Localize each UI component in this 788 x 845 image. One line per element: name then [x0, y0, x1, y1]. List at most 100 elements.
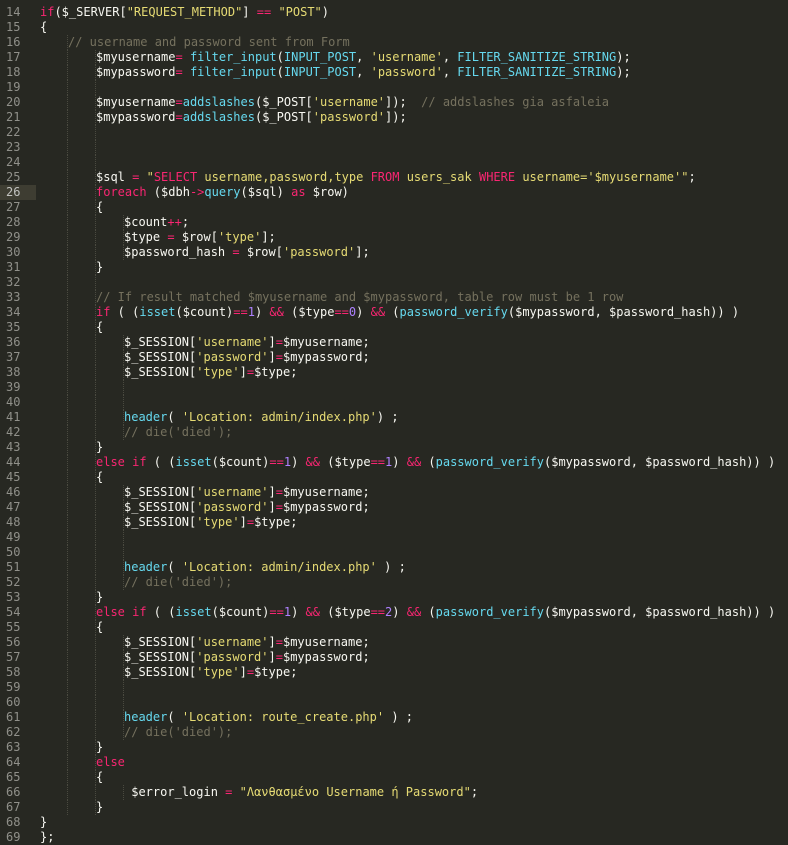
code-token: header [124, 560, 168, 574]
code-token: ) [392, 455, 407, 469]
code-text: } [96, 440, 103, 455]
code-line[interactable]: 62 // die('died'); [0, 725, 788, 740]
code-token: = [175, 95, 183, 109]
indent-guide [95, 575, 96, 590]
code-line[interactable]: 65 { [0, 770, 788, 785]
code-line[interactable]: 60 [0, 695, 788, 710]
code-token: ($mypassword, $password_hash)) ) [507, 305, 740, 319]
code-line[interactable]: 22 [0, 125, 788, 140]
code-text: if($_SERVER["REQUEST_METHOD"] == "POST") [40, 5, 329, 20]
indent-guide [95, 785, 96, 800]
code-line[interactable]: 42 // die('died'); [0, 425, 788, 440]
code-line[interactable]: 51 header( 'Location: admin/index.php' ) … [0, 560, 788, 575]
code-token: ($mypassword, $password_hash)) ) [544, 455, 776, 469]
code-token: ( ( [146, 455, 176, 469]
indent-guide [67, 305, 68, 320]
code-line[interactable]: 14 if($_SERVER["REQUEST_METHOD"] == "POST… [0, 5, 788, 20]
code-token: $type; [254, 365, 298, 379]
code-line[interactable]: 55 { [0, 620, 788, 635]
code-line[interactable]: 39 [0, 380, 788, 395]
code-line[interactable]: 52 // die('died'); [0, 575, 788, 590]
code-line[interactable]: 27 { [0, 200, 788, 215]
code-line[interactable]: 44 else if ( (isset($count)==1) && ($type… [0, 455, 788, 470]
code-line[interactable]: 68} [0, 815, 788, 830]
indent-guide [67, 290, 68, 305]
code-token: $mypassword; [282, 350, 370, 364]
code-line[interactable]: 46 $_SESSION['username']=$myusername; [0, 485, 788, 500]
code-line[interactable]: 37 $_SESSION['password']=$mypassword; [0, 350, 788, 365]
code-line[interactable]: 33 // If result matched $myusername and $… [0, 290, 788, 305]
indent-guide [95, 695, 96, 710]
code-line[interactable]: 54 else if ( (isset($count)==1) && ($type… [0, 605, 788, 620]
code-token: ); [616, 65, 631, 79]
code-line[interactable]: 47 $_SESSION['password']=$mypassword; [0, 500, 788, 515]
code-line[interactable]: 34 if ( (isset($count)==1) && ($type==0) … [0, 305, 788, 320]
code-token: username='$myusername'" [515, 170, 689, 184]
indent-guide [95, 275, 96, 290]
line-number: 23 [6, 140, 21, 154]
code-line[interactable]: 53} [0, 590, 788, 605]
code-line[interactable]: 58 $_SESSION['type']=$type; [0, 665, 788, 680]
indent-guide [67, 65, 68, 80]
code-line[interactable]: 21 $mypassword=addslashes($_POST['passwor… [0, 110, 788, 125]
code-line[interactable]: 38 $_SESSION['type']=$type; [0, 365, 788, 380]
code-line[interactable]: 17 $myusername= filter_input(INPUT_POST, … [0, 50, 788, 65]
code-line[interactable]: 61 header( 'Location: route_create.php' )… [0, 710, 788, 725]
code-token: ; [688, 170, 696, 184]
code-line[interactable]: 48 $_SESSION['type']=$type; [0, 515, 788, 530]
code-line[interactable]: 57 $_SESSION['password']=$mypassword; [0, 650, 788, 665]
code-token: ]; [261, 230, 276, 244]
indent-guide [67, 590, 68, 605]
code-token: // addslashes gia asfaleia [421, 95, 609, 109]
line-number: 25 [6, 170, 21, 184]
code-text: header( 'Location: route_create.php' ) ; [124, 710, 413, 725]
code-line[interactable]: 26 foreach ($dbh->query($sql) as $row) [0, 185, 788, 200]
code-token: if [40, 5, 55, 19]
line-number: 33 [6, 290, 21, 304]
code-line[interactable]: 32 [0, 275, 788, 290]
code-token: { [96, 620, 104, 634]
indent-guide [67, 380, 68, 395]
code-line[interactable]: 64 else [0, 755, 788, 770]
code-line[interactable]: 45 { [0, 470, 788, 485]
code-text: $error_login = "Λανθασμένο Username ή Pa… [124, 785, 478, 800]
indent-guide [67, 500, 68, 515]
code-line[interactable]: 41 header( 'Location: admin/index.php') ; [0, 410, 788, 425]
code-token: = [175, 65, 183, 79]
code-token: == [269, 455, 284, 469]
code-line[interactable]: 31} [0, 260, 788, 275]
code-token: ] [268, 350, 276, 364]
code-line[interactable]: 59 [0, 680, 788, 695]
code-line[interactable]: 67} [0, 800, 788, 815]
indent-guide [67, 395, 68, 410]
code-token: ( [385, 305, 400, 319]
code-line[interactable]: 43} [0, 440, 788, 455]
code-line[interactable]: 28 $count++; [0, 215, 788, 230]
code-token: ($type [320, 455, 371, 469]
code-line[interactable]: 56 $_SESSION['username']=$myusername; [0, 635, 788, 650]
code-line[interactable]: 50 [0, 545, 788, 560]
code-line[interactable]: 40 [0, 395, 788, 410]
code-line[interactable]: 66 $error_login = "Λανθασμένο Username ή… [0, 785, 788, 800]
code-line[interactable]: 19 [0, 80, 788, 95]
code-line[interactable]: 23 [0, 140, 788, 155]
code-line[interactable]: 49 [0, 530, 788, 545]
code-line[interactable]: 36 $_SESSION['username']=$myusername; [0, 335, 788, 350]
code-token: 'username' [370, 50, 443, 64]
code-token: = [275, 485, 283, 499]
code-token: ($_SERVER[ [54, 5, 127, 19]
code-line[interactable]: 35 { [0, 320, 788, 335]
code-token: && [269, 305, 284, 319]
code-line[interactable]: 63} [0, 740, 788, 755]
code-line[interactable]: 20 $myusername=addslashes($_POST['usernam… [0, 95, 788, 110]
code-editor[interactable]: 14 if($_SERVER["REQUEST_METHOD"] == "POST… [0, 0, 788, 844]
code-token: "REQUEST_METHOD" [126, 5, 243, 19]
code-line[interactable]: 30 $password_hash = $row['password']; [0, 245, 788, 260]
code-line[interactable]: 25 $sql = "SELECT username,password,type … [0, 170, 788, 185]
code-line[interactable]: 29 $type = $row['type']; [0, 230, 788, 245]
code-line[interactable]: 18 $mypassword= filter_input(INPUT_POST, … [0, 65, 788, 80]
code-token: FROM [370, 170, 400, 184]
code-line[interactable]: 15 { [0, 20, 788, 35]
code-line[interactable]: 24 [0, 155, 788, 170]
code-line[interactable]: 16 // username and password sent from For… [0, 35, 788, 50]
